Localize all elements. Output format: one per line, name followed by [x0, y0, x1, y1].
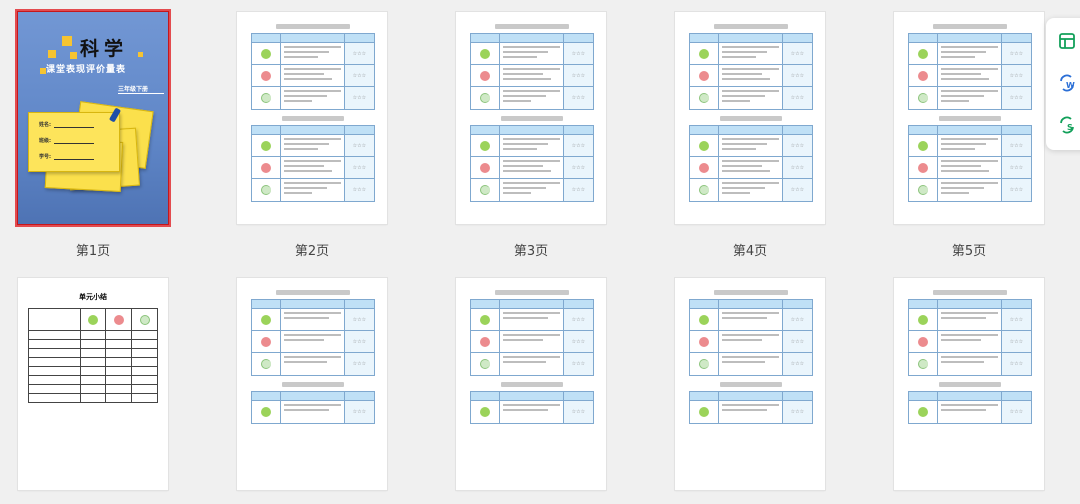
convert-word-icon: W: [1060, 74, 1075, 92]
smile-face-icon: [261, 93, 272, 103]
page-thumbnail-6[interactable]: 单元小结: [18, 278, 168, 490]
svg-text:W: W: [1066, 81, 1075, 90]
page-thumbnail-8[interactable]: ☆☆☆ ☆☆☆ ☆☆☆ ☆☆☆: [456, 278, 606, 490]
pdf-to-word-button[interactable]: W: [1056, 72, 1078, 94]
pdf-to-excel-button[interactable]: [1056, 30, 1078, 52]
side-tool-panel: W S: [1046, 18, 1080, 150]
page-label-4: 第4页: [732, 244, 768, 259]
convert-sheet-icon: S: [1060, 116, 1074, 134]
table-export-icon: [1059, 33, 1075, 49]
cover-field-name: 姓名:: [39, 122, 51, 128]
smile-face-icon: [261, 48, 272, 59]
cover-page: 科学 课堂表现评价量表 三年级下册 姓名: 班级: 学号:: [18, 12, 168, 224]
page-label-2: 第2页: [294, 244, 330, 259]
page-thumbnail-10[interactable]: ☆☆☆ ☆☆☆ ☆☆☆ ☆☆☆: [894, 278, 1044, 490]
page-thumbnail-5[interactable]: ☆☆☆ ☆☆☆ ☆☆☆ ☆☆☆ ☆☆☆ ☆☆☆: [894, 12, 1044, 224]
page-thumbnail-7[interactable]: ☆☆☆ ☆☆☆ ☆☆☆ ☆☆☆: [237, 278, 387, 490]
smile-face-icon: [261, 70, 272, 81]
page-label-1: 第1页: [75, 244, 111, 259]
page-thumbnail-3[interactable]: ☆☆☆ ☆☆☆ ☆☆☆ ☆☆☆ ☆☆☆ ☆☆☆: [456, 12, 606, 224]
unit-summary-page: 单元小结: [28, 292, 158, 403]
svg-text:S: S: [1067, 123, 1073, 132]
page-thumbnail-1[interactable]: 科学 课堂表现评价量表 三年级下册 姓名: 班级: 学号:: [18, 12, 168, 224]
summary-title: 单元小结: [79, 293, 107, 301]
page-thumbnail-4[interactable]: ☆☆☆ ☆☆☆ ☆☆☆ ☆☆☆ ☆☆☆ ☆☆☆: [675, 12, 825, 224]
cover-subtitle: 课堂表现评价量表: [46, 65, 127, 75]
page-label-5: 第5页: [951, 244, 987, 259]
cover-info-card: 姓名: 班级: 学号:: [28, 112, 120, 172]
page-thumbnail-2[interactable]: ☆☆☆ ☆☆☆ ☆☆☆ ☆☆☆ ☆☆☆ ☆☆☆: [237, 12, 387, 224]
evaluation-table: ☆☆☆ ☆☆☆ ☆☆☆: [251, 33, 375, 110]
cover-field-class: 班级:: [39, 138, 51, 144]
page-label-3: 第3页: [513, 244, 549, 259]
cover-field-number: 学号:: [39, 154, 51, 160]
pdf-to-sheet-button[interactable]: S: [1056, 114, 1078, 136]
cover-grade: 三年级下册: [118, 86, 149, 93]
cover-title: 科学: [80, 38, 129, 60]
page-thumbnail-9[interactable]: ☆☆☆ ☆☆☆ ☆☆☆ ☆☆☆: [675, 278, 825, 490]
